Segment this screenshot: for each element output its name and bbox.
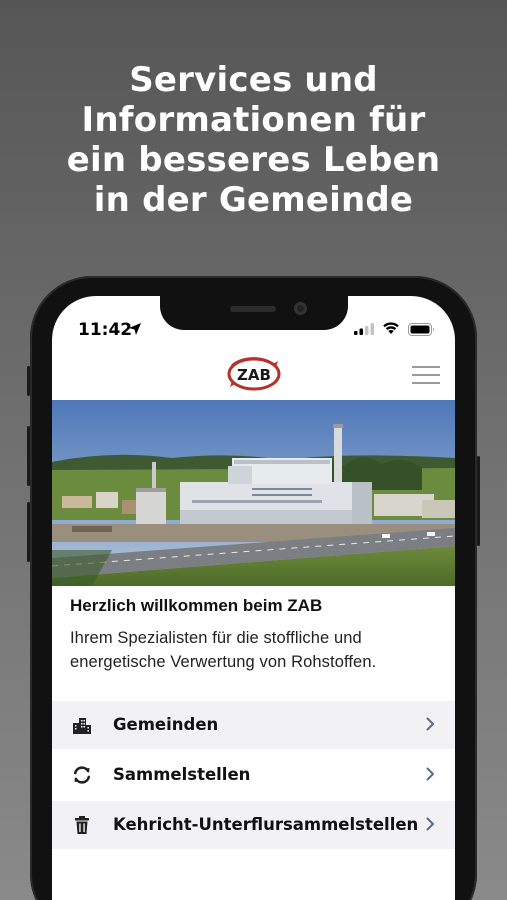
- buildings-icon: [73, 718, 91, 734]
- phone-volume-down: [27, 502, 30, 562]
- wifi-icon: [383, 322, 399, 334]
- menu-item-label: Gemeinden: [113, 715, 219, 734]
- welcome-title: Herzlich willkommen beim ZAB: [70, 596, 323, 615]
- menu-list: Gemeinden Sammelstellen Kehricht-Unterfl…: [52, 701, 455, 851]
- promo-headline: Services und Informationen für ein besse…: [0, 60, 507, 220]
- phone-side-button: [27, 366, 30, 396]
- status-time: 11:42: [78, 320, 133, 340]
- phone-notch: [160, 296, 348, 330]
- hamburger-line: [412, 382, 440, 384]
- menu-item-label: Kehricht-Unterflursammelstellen: [113, 815, 419, 834]
- phone-screen: 11:42 ZAB Herzlich willkommen beim ZAB I…: [52, 296, 455, 900]
- phone-power-button: [477, 456, 480, 546]
- battery-icon: [408, 323, 434, 336]
- recycle-icon: [73, 766, 91, 784]
- hero-image-incineration-plant: [52, 400, 455, 586]
- headline-line-2: Informationen für: [81, 100, 426, 140]
- chevron-right-icon: [426, 817, 434, 831]
- phone-speaker: [230, 306, 276, 312]
- menu-item-gemeinden[interactable]: Gemeinden: [52, 701, 455, 749]
- phone-frame: 11:42 ZAB Herzlich willkommen beim ZAB I…: [27, 276, 480, 900]
- headline-line-1: Services und: [129, 60, 378, 100]
- zab-logo[interactable]: ZAB: [226, 357, 282, 391]
- headline-line-3: ein besseres Leben: [66, 140, 441, 180]
- phone-volume-up: [27, 426, 30, 486]
- app-header: ZAB: [52, 352, 455, 402]
- location-arrow-icon: [129, 323, 141, 335]
- zab-logo-text: ZAB: [237, 366, 271, 384]
- cellular-signal-icon: [354, 323, 374, 335]
- welcome-text: Ihrem Spezialisten für die stoffliche un…: [70, 629, 377, 671]
- trash-icon: [75, 816, 89, 834]
- chevron-right-icon: [426, 767, 434, 781]
- hamburger-line: [412, 366, 440, 368]
- chevron-right-icon: [426, 717, 434, 731]
- menu-item-kehricht-unterflursammelstellen[interactable]: Kehricht-Unterflursammelstellen: [52, 801, 455, 849]
- menu-item-label: Sammelstellen: [113, 765, 251, 784]
- hamburger-menu-button[interactable]: [412, 364, 442, 386]
- hamburger-line: [412, 374, 440, 376]
- menu-item-sammelstellen[interactable]: Sammelstellen: [52, 751, 455, 799]
- headline-line-4: in der Gemeinde: [93, 180, 414, 220]
- phone-camera: [294, 302, 307, 315]
